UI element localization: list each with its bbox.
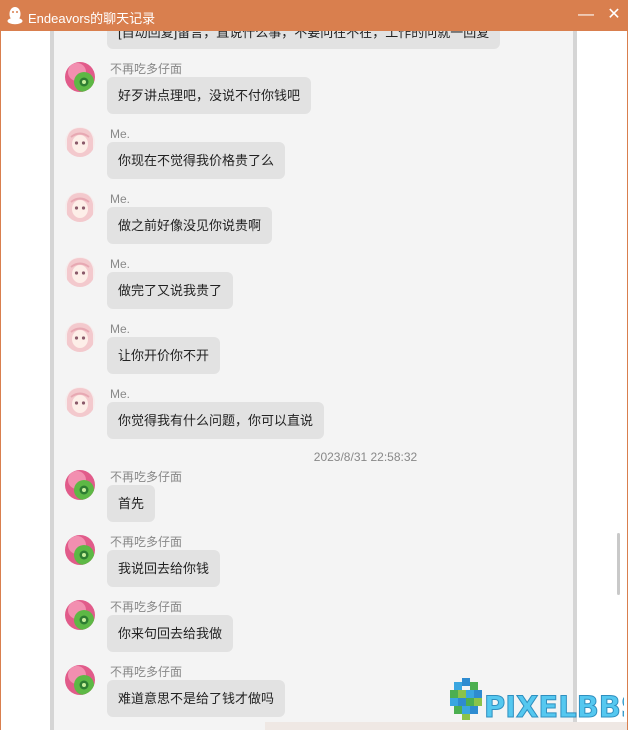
- message-bubble: 好歹讲点理吧，没说不付你钱吧: [107, 77, 312, 114]
- message-bubble: 做完了又说我贵了: [107, 272, 234, 309]
- message-bubble: 做之前好像没见你说贵啊: [107, 207, 273, 244]
- sender-name: Me.: [110, 127, 131, 141]
- green-pink-avatar-icon: [65, 62, 95, 92]
- close-button[interactable]: ✕: [603, 5, 625, 25]
- anime-girl-avatar-icon: [65, 387, 95, 417]
- anime-girl-avatar-icon: [65, 257, 95, 287]
- sender-name: 不再吃多仔面: [110, 600, 183, 614]
- green-pink-avatar-icon: [65, 600, 95, 630]
- title-bar: Endeavors的聊天记录 — ✕: [0, 0, 628, 31]
- window-title: Endeavors的聊天记录: [28, 11, 156, 26]
- message-item: 不再吃多仔面 你来句回去给我做: [54, 600, 573, 665]
- message-item: Me. 让你开价你不开: [54, 322, 573, 387]
- sender-name: 不再吃多仔面: [110, 665, 183, 679]
- vertical-scrollbar[interactable]: [611, 31, 625, 730]
- sender-name: 不再吃多仔面: [110, 535, 183, 549]
- qq-penguin-icon: [7, 7, 23, 25]
- message-item: 不再吃多仔面 首先: [54, 470, 573, 535]
- message-bubble: 你来句回去给我做: [107, 615, 234, 652]
- anime-girl-avatar-icon: [65, 127, 95, 157]
- message-item: 不再吃多仔面 我说回去给你钱: [54, 535, 573, 600]
- chat-history-panel[interactable]: [自动回复]留言，直说什么事，不要问在不在，工作的问就一回复 不再吃多仔面 好歹…: [50, 31, 577, 730]
- green-pink-avatar-icon: [65, 470, 95, 500]
- message-bubble: 难道意思不是给了钱才做吗: [107, 680, 286, 717]
- sender-name: 不再吃多仔面: [110, 470, 183, 484]
- message-item: Me. 做完了又说我贵了: [54, 257, 573, 322]
- message-bubble: 你现在不觉得我价格贵了么: [107, 142, 286, 179]
- minimize-button[interactable]: —: [575, 5, 597, 25]
- message-item: 不再吃多仔面 好歹讲点理吧，没说不付你钱吧: [54, 62, 573, 127]
- scrollbar-thumb[interactable]: [617, 533, 620, 595]
- pixel-globe-icon: [450, 678, 482, 720]
- green-pink-avatar-icon: [65, 535, 95, 565]
- window-border-left: [0, 31, 1, 730]
- sender-name: Me.: [110, 322, 131, 336]
- message-bubble: 你觉得我有什么问题，你可以直说: [107, 402, 325, 439]
- sender-name: Me.: [110, 387, 131, 401]
- message-item: Me. 做之前好像没见你说贵啊: [54, 192, 573, 257]
- message-item: Me. 你觉得我有什么问题，你可以直说: [54, 387, 573, 452]
- sender-name: Me.: [110, 192, 131, 206]
- message-bubble: 我说回去给你钱: [107, 550, 221, 587]
- anime-girl-avatar-icon: [65, 322, 95, 352]
- watermark-text: PIXELBBS: [484, 690, 624, 724]
- green-pink-avatar-icon: [65, 665, 95, 695]
- message-item: Me. 你现在不觉得我价格贵了么: [54, 127, 573, 192]
- sender-name: Me.: [110, 257, 131, 271]
- message-timestamp: 2023/8/31 22:58:32: [54, 450, 573, 464]
- message-bubble: [自动回复]留言，直说什么事，不要问在不在，工作的问就一回复: [107, 31, 501, 49]
- message-bubble: 首先: [107, 485, 156, 522]
- anime-girl-avatar-icon: [65, 192, 95, 222]
- sender-name: 不再吃多仔面: [110, 62, 183, 76]
- timestamp-text: 2023/8/31 22:58:32: [313, 450, 418, 464]
- pixelbbs-watermark-logo: PIXELBBS: [450, 678, 624, 724]
- message-bubble: 让你开价你不开: [107, 337, 221, 374]
